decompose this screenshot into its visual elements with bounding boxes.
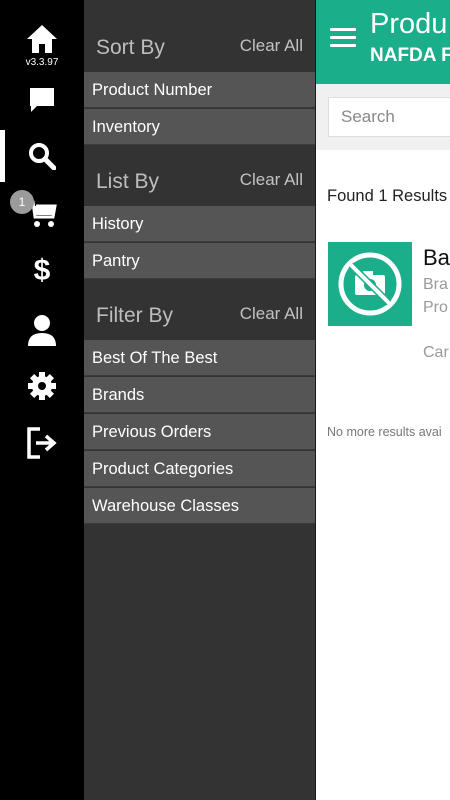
logout-icon xyxy=(27,427,57,459)
sort-clear-all-button[interactable]: Clear All xyxy=(240,36,303,56)
chat-icon xyxy=(30,88,54,112)
page-title: Produ xyxy=(370,8,448,40)
search-icon xyxy=(29,143,56,170)
filter-option-best-of-the-best[interactable]: Best Of The Best xyxy=(84,340,315,376)
sort-by-header: Sort By Clear All xyxy=(84,30,315,70)
search-bar xyxy=(316,84,450,150)
product-thumbnail[interactable] xyxy=(328,242,412,326)
results-count: Found 1 Results xyxy=(327,187,448,205)
search-button[interactable] xyxy=(0,140,84,172)
menu-icon xyxy=(330,28,356,31)
page-subtitle: NAFDA F xyxy=(370,45,450,66)
search-input[interactable] xyxy=(328,97,450,137)
product-name[interactable]: Bal xyxy=(423,245,450,271)
no-more-results-text: No more results avai xyxy=(327,425,442,439)
product-brand: Bra xyxy=(423,276,448,293)
list-option-pantry[interactable]: Pantry xyxy=(84,243,315,279)
account-button[interactable] xyxy=(0,313,84,347)
main-content: Produ NAFDA F Found 1 Results Bal Bra Pr… xyxy=(316,0,450,800)
app-header: Produ NAFDA F xyxy=(316,0,450,84)
gear-icon xyxy=(28,372,56,400)
list-by-title: List By xyxy=(96,170,160,193)
home-button[interactable] xyxy=(0,22,84,56)
menu-button[interactable] xyxy=(330,28,356,54)
filter-option-product-categories[interactable]: Product Categories xyxy=(84,451,315,487)
list-clear-all-button[interactable]: Clear All xyxy=(240,170,303,190)
dollar-icon: $ xyxy=(33,254,51,287)
filter-panel: Sort By Clear All Product Number Invento… xyxy=(84,0,315,800)
logout-button[interactable] xyxy=(0,426,84,460)
no-photo-icon xyxy=(338,252,402,316)
messages-button[interactable] xyxy=(0,84,84,116)
list-option-history[interactable]: History xyxy=(84,206,315,242)
nav-rail: v3.3.97 1 $ xyxy=(0,0,84,800)
settings-button[interactable] xyxy=(0,370,84,402)
filter-by-title: Filter By xyxy=(96,304,174,327)
filter-clear-all-button[interactable]: Clear All xyxy=(240,304,303,324)
cart-count-badge: 1 xyxy=(10,190,34,214)
sort-option-inventory[interactable]: Inventory xyxy=(84,109,315,145)
filter-option-previous-orders[interactable]: Previous Orders xyxy=(84,414,315,450)
sort-option-product-number[interactable]: Product Number xyxy=(84,72,315,108)
product-number: Pro xyxy=(423,299,448,316)
list-by-header: List By Clear All xyxy=(84,164,315,204)
sort-by-title: Sort By xyxy=(96,36,165,59)
filter-by-header: Filter By Clear All xyxy=(84,298,315,338)
filter-option-brands[interactable]: Brands xyxy=(84,377,315,413)
product-case: Car xyxy=(423,344,449,361)
user-icon xyxy=(28,315,56,346)
pricing-button[interactable]: $ xyxy=(0,254,84,288)
filter-option-warehouse-classes[interactable]: Warehouse Classes xyxy=(84,488,315,524)
home-icon xyxy=(27,25,57,53)
app-version: v3.3.97 xyxy=(25,57,59,68)
